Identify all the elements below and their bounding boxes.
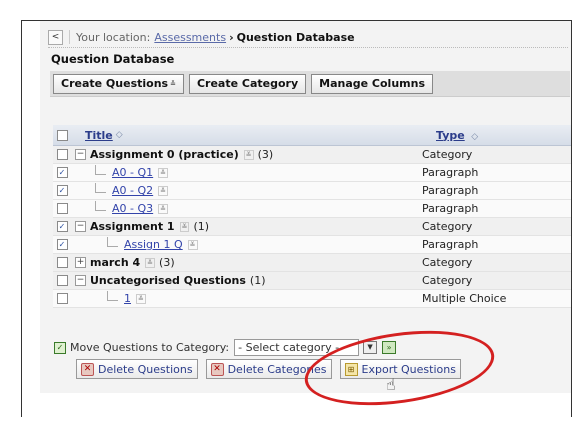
- row-checkbox[interactable]: [56, 149, 68, 160]
- type-cell: Paragraph: [422, 184, 479, 197]
- manage-columns-button[interactable]: Manage Columns: [311, 73, 433, 94]
- table-row: ✓ − Assignment 1 ≚ (1) Category: [53, 218, 571, 236]
- type-cell: Paragraph: [422, 166, 479, 179]
- item-count: (1): [193, 220, 210, 233]
- delete-questions-button[interactable]: ✕ Delete Questions: [76, 359, 198, 379]
- type-cell: Category: [422, 220, 473, 233]
- question-link[interactable]: A0 - Q3: [112, 202, 153, 215]
- delete-questions-label: Delete Questions: [98, 362, 193, 376]
- content-panel: < Your location: Assessments › Question …: [40, 21, 571, 393]
- type-cell: Category: [422, 148, 473, 161]
- category-title: Assignment 1: [90, 220, 175, 233]
- screenshot-frame: < Your location: Assessments › Question …: [21, 20, 572, 417]
- menu-icon[interactable]: ≚: [145, 257, 156, 268]
- table-row: 1 ≚ Multiple Choice: [53, 290, 571, 308]
- grid-header: Title ◇ Type ◇: [53, 125, 571, 146]
- item-count: (1): [249, 274, 266, 287]
- question-link[interactable]: A0 - Q1: [112, 166, 153, 179]
- question-link[interactable]: Assign 1 Q: [124, 238, 183, 251]
- collapse-icon[interactable]: −: [75, 275, 86, 286]
- tree-connector: [95, 164, 106, 175]
- expand-icon[interactable]: +: [75, 257, 86, 268]
- collapse-icon[interactable]: −: [75, 149, 86, 160]
- toolbar: Create Questions ≚ Create Category Manag…: [50, 71, 570, 97]
- question-link[interactable]: A0 - Q2: [112, 184, 153, 197]
- category-select-value: - Select category -: [238, 341, 340, 354]
- menu-icon[interactable]: ≚: [158, 203, 169, 214]
- breadcrumb: < Your location: Assessments › Question …: [48, 27, 568, 48]
- delete-icon: ✕: [81, 362, 94, 376]
- row-checkbox[interactable]: [56, 293, 68, 304]
- type-cell: Category: [422, 256, 473, 269]
- question-grid: Title ◇ Type ◇ − Assignment 0 (practice)…: [53, 125, 571, 308]
- row-checkbox[interactable]: [56, 275, 68, 286]
- row-checkbox[interactable]: ✓: [56, 221, 68, 232]
- tree-connector: [107, 290, 118, 301]
- table-row: ✓ A0 - Q1 ≚ Paragraph: [53, 164, 571, 182]
- move-label: Move Questions to Category:: [70, 341, 230, 354]
- breadcrumb-current: Question Database: [236, 30, 355, 44]
- column-header-title[interactable]: Title: [85, 129, 113, 142]
- sort-icon: ◇: [471, 131, 479, 142]
- menu-icon[interactable]: ≚: [243, 149, 254, 160]
- type-cell: Category: [422, 274, 473, 287]
- type-cell: Multiple Choice: [422, 292, 507, 305]
- row-checkbox[interactable]: ✓: [56, 239, 68, 250]
- menu-icon[interactable]: ≚: [158, 167, 169, 178]
- table-row: A0 - Q3 ≚ Paragraph: [53, 200, 571, 218]
- table-row: − Assignment 0 (practice) ≚ (3) Category: [53, 146, 571, 164]
- select-all-checkbox[interactable]: [56, 129, 68, 141]
- breadcrumb-link-assessments[interactable]: Assessments: [154, 31, 226, 44]
- tree-connector: [95, 200, 106, 211]
- page-title: Question Database: [51, 52, 175, 66]
- delete-icon: ✕: [210, 362, 224, 376]
- table-row: + march 4 ≚ (3) Category: [53, 254, 571, 272]
- tree-connector: [107, 236, 118, 247]
- item-count: (3): [159, 256, 175, 269]
- row-checkbox[interactable]: ✓: [56, 167, 68, 178]
- menu-icon[interactable]: ≚: [158, 185, 169, 196]
- type-cell: Paragraph: [422, 202, 479, 215]
- menu-icon[interactable]: ≚: [187, 239, 198, 250]
- move-icon: ✓: [54, 341, 66, 354]
- item-count: (3): [257, 148, 274, 161]
- tree-connector: [95, 182, 106, 193]
- column-header-type[interactable]: Type: [436, 129, 465, 142]
- hand-cursor-icon: ☝: [386, 375, 396, 394]
- category-title: Assignment 0 (practice): [90, 148, 239, 161]
- dropdown-icon: ≚: [170, 79, 176, 88]
- back-button[interactable]: <: [48, 29, 63, 45]
- sort-icon: ◇: [115, 130, 123, 140]
- question-link[interactable]: 1: [124, 292, 131, 305]
- breadcrumb-separator: [69, 30, 70, 44]
- create-category-button[interactable]: Create Category: [188, 73, 307, 94]
- table-row: ✓ Assign 1 Q ≚ Paragraph: [53, 236, 571, 254]
- table-row: ✓ A0 - Q2 ≚ Paragraph: [53, 182, 571, 200]
- row-checkbox[interactable]: [56, 203, 68, 214]
- type-cell: Paragraph: [422, 238, 479, 251]
- breadcrumb-lead: Your location:: [76, 30, 151, 44]
- row-checkbox[interactable]: [56, 257, 68, 268]
- collapse-icon[interactable]: −: [75, 221, 86, 232]
- create-questions-button[interactable]: Create Questions ≚: [53, 73, 184, 94]
- category-title: march 4: [90, 256, 141, 269]
- row-checkbox[interactable]: ✓: [56, 185, 68, 196]
- menu-icon[interactable]: ≚: [179, 221, 190, 232]
- breadcrumb-arrow: ›: [229, 30, 234, 44]
- menu-icon[interactable]: ≚: [136, 293, 146, 304]
- create-questions-label: Create Questions: [61, 77, 169, 90]
- category-title: Uncategorised Questions: [90, 274, 246, 287]
- table-row: − Uncategorised Questions (1) Category: [53, 272, 571, 290]
